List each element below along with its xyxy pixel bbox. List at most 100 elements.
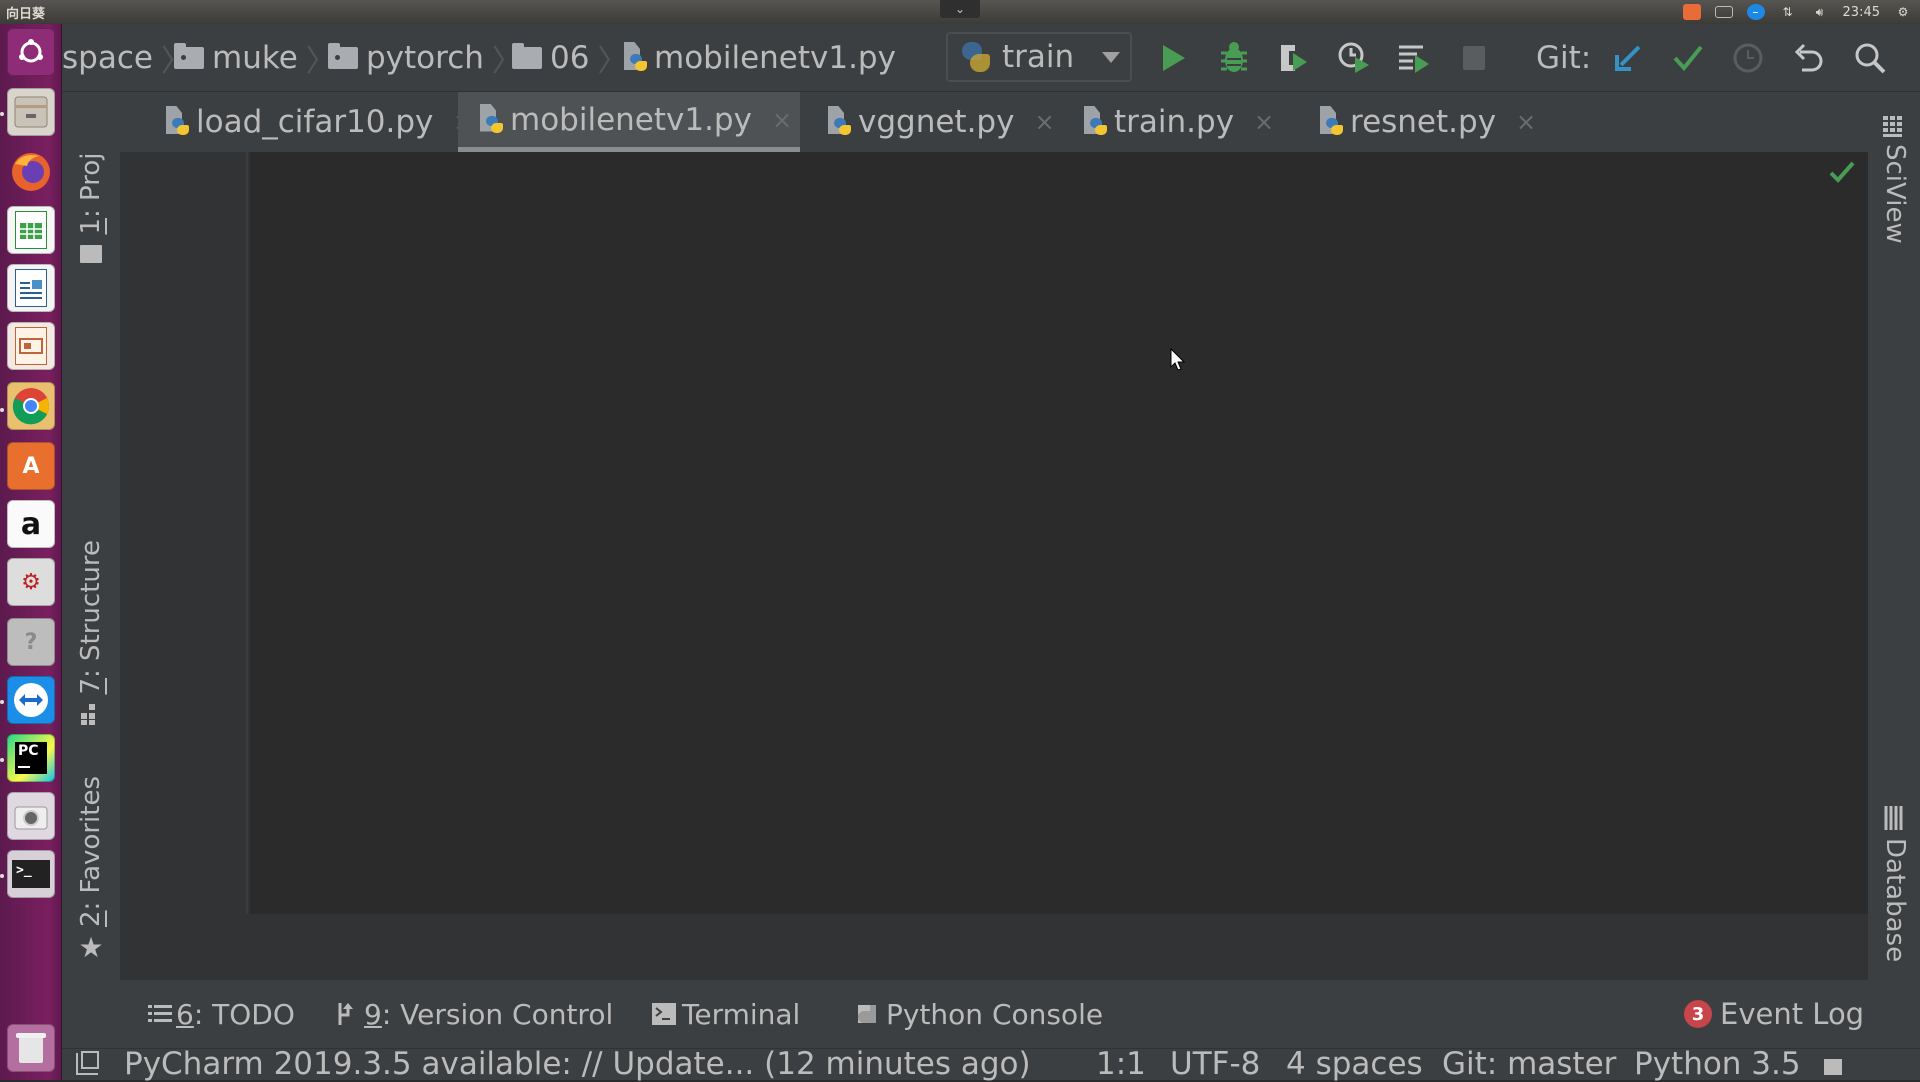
stop-button[interactable] xyxy=(1454,38,1494,78)
tab-resnet[interactable]: resnet.py × xyxy=(1298,92,1536,152)
caret-position[interactable]: 1:1 xyxy=(1096,1047,1146,1081)
network-icon[interactable]: ⇅ xyxy=(1779,4,1797,20)
todo-tool-button[interactable]: 6: TODO xyxy=(148,994,295,1034)
files-launcher[interactable] xyxy=(7,88,55,136)
debug-button[interactable] xyxy=(1214,38,1254,78)
close-icon[interactable]: × xyxy=(1254,108,1274,136)
ubuntu-dash-button[interactable] xyxy=(7,28,55,76)
concurrency-diagram-button[interactable] xyxy=(1394,38,1434,78)
undo-icon xyxy=(1794,43,1823,72)
clock[interactable]: 23:45 xyxy=(1843,5,1880,20)
favorites-tool-button[interactable]: 2: Favorites ★ xyxy=(62,776,120,964)
ubuntu-logo-icon xyxy=(19,39,43,63)
sciview-tool-button[interactable]: SciView xyxy=(1880,116,1910,244)
breadcrumb-item-space[interactable]: space 〉 xyxy=(62,38,191,79)
running-indicator xyxy=(0,112,4,116)
run-button[interactable] xyxy=(1154,38,1194,78)
git-branch[interactable]: Git: master xyxy=(1442,1047,1616,1081)
pycharm-icon: PC xyxy=(15,742,47,774)
system-settings-launcher[interactable]: ⚙ xyxy=(7,558,55,606)
sunlogin-icon[interactable] xyxy=(1682,4,1701,20)
terminal-launcher[interactable]: >_ xyxy=(7,850,55,898)
tab-load-cifar10[interactable]: load_cifar10.py × xyxy=(144,92,474,152)
tab-vggnet[interactable]: vggnet.py × xyxy=(806,92,1055,152)
git-commit-button[interactable] xyxy=(1668,38,1708,78)
git-history-button[interactable] xyxy=(1728,38,1768,78)
terminal-icon xyxy=(652,1003,676,1025)
line-number-gutter[interactable] xyxy=(120,152,248,914)
tab-mobilenetv1[interactable]: mobilenetv1.py × xyxy=(458,92,800,152)
sciview-label: SciView xyxy=(1880,144,1910,244)
close-icon[interactable]: × xyxy=(1516,108,1536,136)
clock-icon xyxy=(1733,43,1763,73)
tab-label: train.py xyxy=(1114,104,1235,140)
firefox-launcher[interactable] xyxy=(7,148,55,196)
profile-button[interactable] xyxy=(1334,38,1374,78)
version-control-tool-button[interactable]: 9: Version Control xyxy=(336,994,613,1034)
run-configuration-selector[interactable]: train xyxy=(946,32,1132,82)
camera-launcher[interactable] xyxy=(7,792,55,840)
power-gear-icon[interactable]: ⚙ xyxy=(1894,4,1912,20)
breadcrumb-item-06[interactable]: 06 〉 xyxy=(512,38,627,79)
breadcrumb-label: 06 xyxy=(550,40,590,76)
structure-tool-button[interactable]: 7: Structure xyxy=(62,540,120,725)
libreoffice-writer-launcher[interactable] xyxy=(7,264,55,312)
teamviewer-icon[interactable]: – xyxy=(1746,4,1765,20)
coverage-icon xyxy=(1281,45,1307,71)
favorites-tool-label: 2: Favorites xyxy=(76,776,106,928)
breadcrumb-item-mobilenetv1[interactable]: mobilenetv1.py xyxy=(622,38,896,78)
editor-area xyxy=(120,152,1868,980)
breadcrumb-item-pytorch[interactable]: pytorch 〉 xyxy=(328,38,522,79)
help-launcher[interactable]: ? xyxy=(7,618,55,666)
libreoffice-impress-launcher[interactable] xyxy=(7,322,55,370)
pycharm-launcher[interactable]: PC xyxy=(7,734,55,782)
volume-icon[interactable]: 🔊︎ xyxy=(1811,4,1829,20)
teamviewer-launcher[interactable] xyxy=(7,676,55,724)
breadcrumb-label: muke xyxy=(212,40,298,76)
trash-launcher[interactable] xyxy=(7,1024,55,1072)
indent-setting[interactable]: 4 spaces xyxy=(1286,1047,1423,1081)
libreoffice-calc-launcher[interactable] xyxy=(7,206,55,254)
lock-icon[interactable] xyxy=(1824,1059,1842,1075)
file-encoding[interactable]: UTF-8 xyxy=(1170,1047,1260,1081)
rollback-button[interactable] xyxy=(1788,38,1828,78)
notification-count-badge: 3 xyxy=(1684,1000,1712,1028)
git-toolbar-label: Git: xyxy=(1536,40,1592,76)
toggle-tool-windows-icon[interactable] xyxy=(76,1051,99,1075)
git-update-button[interactable] xyxy=(1608,38,1648,78)
python-console-tool-button[interactable]: Python Console xyxy=(854,994,1103,1034)
event-log-tool-button[interactable]: 3 Event Log xyxy=(1684,994,1864,1034)
breadcrumb-item-muke[interactable]: muke 〉 xyxy=(174,38,336,79)
status-message[interactable]: PyCharm 2019.3.5 available: // Update...… xyxy=(124,1047,1031,1081)
todo-label: : TODO xyxy=(193,997,295,1031)
close-icon[interactable]: × xyxy=(772,106,792,134)
code-editor[interactable] xyxy=(250,152,1868,914)
arrow-down-left-icon xyxy=(1615,45,1641,71)
chevron-down-icon xyxy=(1102,51,1121,63)
close-icon[interactable]: × xyxy=(1034,108,1054,136)
keyboard-icon[interactable] xyxy=(1714,6,1733,18)
right-tool-window-strip: SciView Database xyxy=(1868,92,1920,980)
amazon-launcher[interactable]: a xyxy=(7,500,55,548)
run-with-coverage-button[interactable] xyxy=(1274,38,1314,78)
python-interpreter[interactable]: Python 3.5 xyxy=(1634,1047,1801,1081)
search-everywhere-button[interactable] xyxy=(1850,38,1890,78)
tab-train[interactable]: train.py × xyxy=(1062,92,1274,152)
document-icon xyxy=(15,269,47,307)
folder-icon xyxy=(512,43,542,69)
camera-icon xyxy=(14,806,48,830)
profiler-icon xyxy=(1338,42,1369,73)
structure-icon xyxy=(81,703,95,725)
inspection-ok-checkmark-icon[interactable] xyxy=(1828,158,1856,186)
chrome-launcher[interactable] xyxy=(7,382,55,430)
screen-share-dropdown-toggle[interactable]: ⌄ xyxy=(940,0,980,18)
database-tool-button[interactable]: Database xyxy=(1880,804,1910,962)
vcs-hotkey: 9 xyxy=(364,997,382,1031)
shopping-bag-icon: A xyxy=(22,453,40,479)
status-bar: PyCharm 2019.3.5 available: // Update...… xyxy=(62,1047,1920,1081)
unity-launcher: A a ⚙ ? PC >_ xyxy=(0,24,62,1080)
python-file-icon xyxy=(826,106,852,138)
terminal-tool-button[interactable]: Terminal xyxy=(652,994,800,1034)
amazon-icon: a xyxy=(20,506,42,542)
software-center-launcher[interactable]: A xyxy=(7,442,55,490)
